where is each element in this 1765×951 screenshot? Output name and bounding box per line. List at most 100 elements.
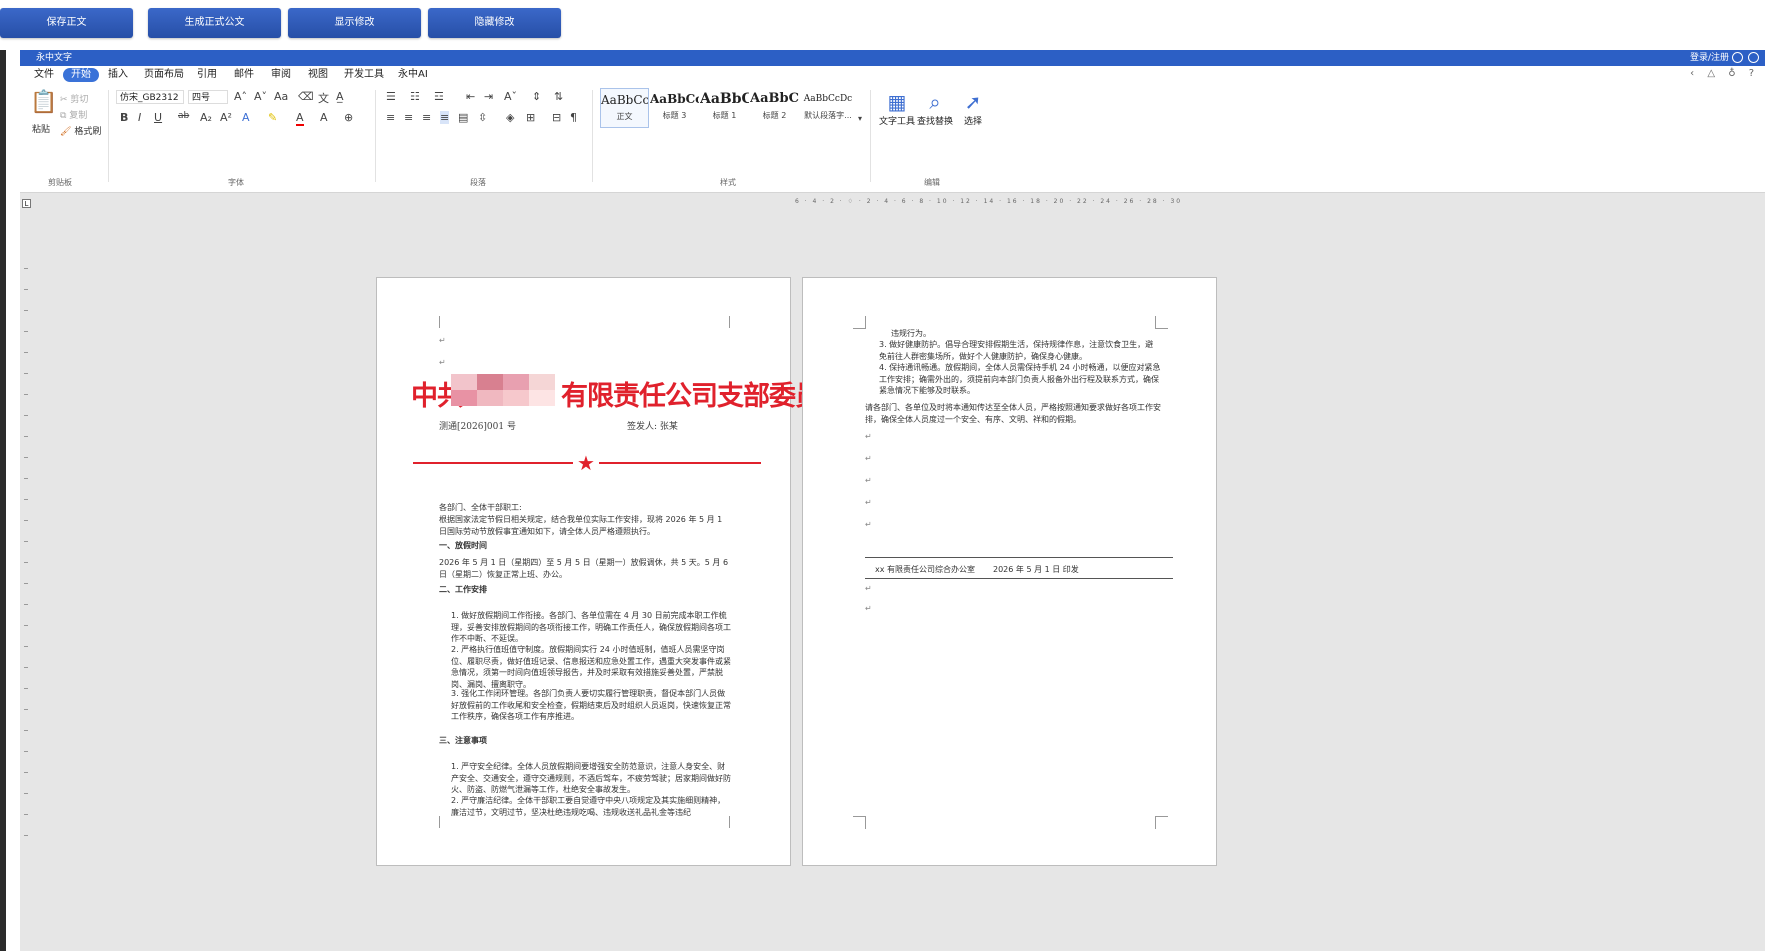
continued-text: 违规行为。	[891, 329, 931, 338]
grow-font-icon[interactable]: A˄	[234, 90, 247, 103]
strikethrough-icon[interactable]: ab	[178, 111, 189, 121]
hide-changes-button[interactable]: 隐藏修改	[428, 8, 561, 38]
menu-file[interactable]: 文件	[32, 68, 56, 82]
ruler-tick	[24, 352, 28, 353]
align-right-icon[interactable]: ≡	[422, 111, 431, 124]
sort-icon[interactable]: ⇅	[554, 90, 563, 103]
underline-icon[interactable]: U	[154, 111, 162, 124]
show-changes-button[interactable]: 显示修改	[288, 8, 421, 38]
char-shading-icon[interactable]: A	[320, 111, 328, 124]
user-icon[interactable]	[1732, 52, 1743, 63]
settings-icon[interactable]	[1748, 52, 1759, 63]
redacted-area	[477, 374, 503, 390]
menu-insert[interactable]: 插入	[106, 68, 130, 82]
list-item: 1. 严守安全纪律。全体人员放假期间要增强安全防范意识，注意人身安全、财产安全、…	[451, 762, 731, 794]
style-heading-1[interactable]: AaBbCc 标题 1	[700, 88, 749, 128]
select-button[interactable]: ➚ 选择	[954, 90, 992, 127]
text-tools-label: 文字工具	[878, 117, 915, 127]
title-bar: 永中文字 登录/注册	[20, 50, 1765, 66]
tab-table-icon[interactable]: ⊟	[552, 111, 561, 124]
text-effect-icon[interactable]: A	[242, 111, 250, 124]
cut-button[interactable]: ✂ 剪切	[60, 92, 88, 105]
clipboard-group-title: 剪贴板	[48, 178, 72, 187]
menu-view[interactable]: 视图	[306, 68, 330, 82]
margin-corner	[853, 316, 866, 329]
borders-icon[interactable]: ⊞	[526, 111, 535, 124]
multilevel-list-icon[interactable]: ☲	[434, 90, 444, 103]
list-item: 4. 保持通讯畅通。放假期间，全体人员需保持手机 24 小时畅通，以便应对紧急工…	[879, 363, 1161, 395]
copy-label: 复制	[69, 111, 88, 121]
text-tools-icon: ▦	[887, 90, 907, 114]
separator	[870, 90, 871, 182]
vertical-ruler[interactable]	[21, 268, 33, 848]
copy-button[interactable]: ⧉ 复制	[60, 108, 87, 121]
menu-developer[interactable]: 开发工具	[342, 68, 386, 82]
font-color-icon[interactable]: A	[296, 111, 304, 126]
paste-label[interactable]: 粘贴	[32, 122, 50, 135]
distribute-icon[interactable]: ▤	[458, 111, 468, 124]
justify-icon[interactable]: ≡	[440, 111, 450, 124]
paste-icon[interactable]: 📋	[30, 90, 57, 115]
menu-ai[interactable]: 永中AI	[396, 68, 430, 82]
red-rule-right	[599, 462, 761, 464]
red-star-icon: ★	[577, 451, 595, 475]
styles-more-icon[interactable]: ▾	[858, 114, 862, 123]
show-marks-icon[interactable]: ¶	[570, 111, 577, 124]
font-family-select[interactable]: 仿宋_GB2312	[116, 90, 184, 104]
decrease-indent-icon[interactable]: ⇤	[466, 90, 475, 103]
style-heading-2[interactable]: AaBbC 标题 2	[750, 88, 799, 128]
format-painter-button[interactable]: 🖌 格式刷	[60, 124, 101, 137]
section-heading-3: 三、注意事项	[439, 736, 487, 745]
change-case-icon[interactable]: Aa	[274, 90, 288, 103]
page-1[interactable]: ↵ ↵ 中共 有限责任公司支部委员会文件 测通[2026]001 号 签发人: …	[376, 277, 900, 866]
text-direction-icon[interactable]: Aˇ	[504, 90, 517, 103]
increase-indent-icon[interactable]: ⇥	[484, 90, 493, 103]
char-border-icon[interactable]: A̲	[336, 90, 344, 103]
save-body-button[interactable]: 保存正文	[0, 8, 133, 38]
ruler-tick	[24, 331, 28, 332]
italic-icon[interactable]: I	[138, 111, 141, 124]
font-size-select[interactable]: 四号	[188, 90, 228, 104]
style-name: 标题 3	[662, 111, 687, 120]
bullets-icon[interactable]: ☰	[386, 90, 396, 103]
ruler-tick	[24, 688, 28, 689]
style-heading-3[interactable]: AaBbCcI 标题 3	[650, 88, 699, 128]
generate-official-doc-button[interactable]: 生成正式公文	[148, 8, 281, 38]
tab-selector[interactable]: L	[22, 199, 31, 208]
style-sample: AaBbCcI	[601, 93, 648, 107]
find-replace-button[interactable]: ⌕ 查找替换	[916, 90, 954, 127]
login-link[interactable]: 登录/注册	[1690, 50, 1729, 66]
subscript-icon[interactable]: A₂	[200, 111, 212, 124]
style-default-para[interactable]: AaBbCcDc 默认段落字...	[800, 88, 856, 128]
numbering-icon[interactable]: ☷	[410, 90, 420, 103]
margin-corner	[1155, 316, 1168, 329]
separator	[592, 90, 593, 182]
menu-mailings[interactable]: 邮件	[232, 68, 256, 82]
format-painter-label: 格式刷	[74, 127, 102, 137]
horizontal-ruler[interactable]: 6 · 4 · 2 · ♢ · 2 · 4 · 6 · 8 · 10 · 12 …	[795, 198, 1245, 208]
menu-page-layout[interactable]: 页面布局	[142, 68, 186, 82]
line-spacing-icon[interactable]: ⇕	[532, 90, 541, 103]
shrink-font-icon[interactable]: A˅	[254, 90, 267, 103]
paragraph-mark: ↵	[865, 476, 872, 485]
shading-icon[interactable]: ◈	[506, 111, 514, 124]
menu-references[interactable]: 引用	[195, 68, 219, 82]
enclose-char-icon[interactable]: ⊕	[344, 111, 353, 124]
menu-review[interactable]: 审阅	[269, 68, 293, 82]
document-workspace[interactable]: L 6 · 4 · 2 · ♢ · 2 · 4 · 6 · 8 · 10 · 1…	[20, 193, 1765, 951]
highlight-icon[interactable]: ✎	[268, 111, 277, 124]
ruler-tick	[24, 709, 28, 710]
window-nav-icons[interactable]: ‹ △ ♁ ?	[1690, 68, 1759, 79]
page-2[interactable]: 违规行为。 3. 做好健康防护。倡导合理安排假期生活，保持规律作息，注意饮食卫生…	[802, 277, 1217, 866]
paragraph-spacing-icon[interactable]: ⇳	[478, 111, 487, 124]
align-left-icon[interactable]: ≡	[386, 111, 395, 124]
superscript-icon[interactable]: A²	[220, 111, 232, 124]
clear-format-icon[interactable]: ⌫	[298, 90, 314, 103]
ruler-tick	[24, 520, 28, 521]
phonetic-icon[interactable]: 文	[318, 90, 329, 106]
menu-home[interactable]: 开始	[63, 68, 99, 82]
text-tools-button[interactable]: ▦ 文字工具	[878, 90, 916, 127]
align-center-icon[interactable]: ≡	[404, 111, 413, 124]
bold-icon[interactable]: B	[120, 111, 128, 124]
style-normal[interactable]: AaBbCcI 正文	[600, 88, 649, 128]
